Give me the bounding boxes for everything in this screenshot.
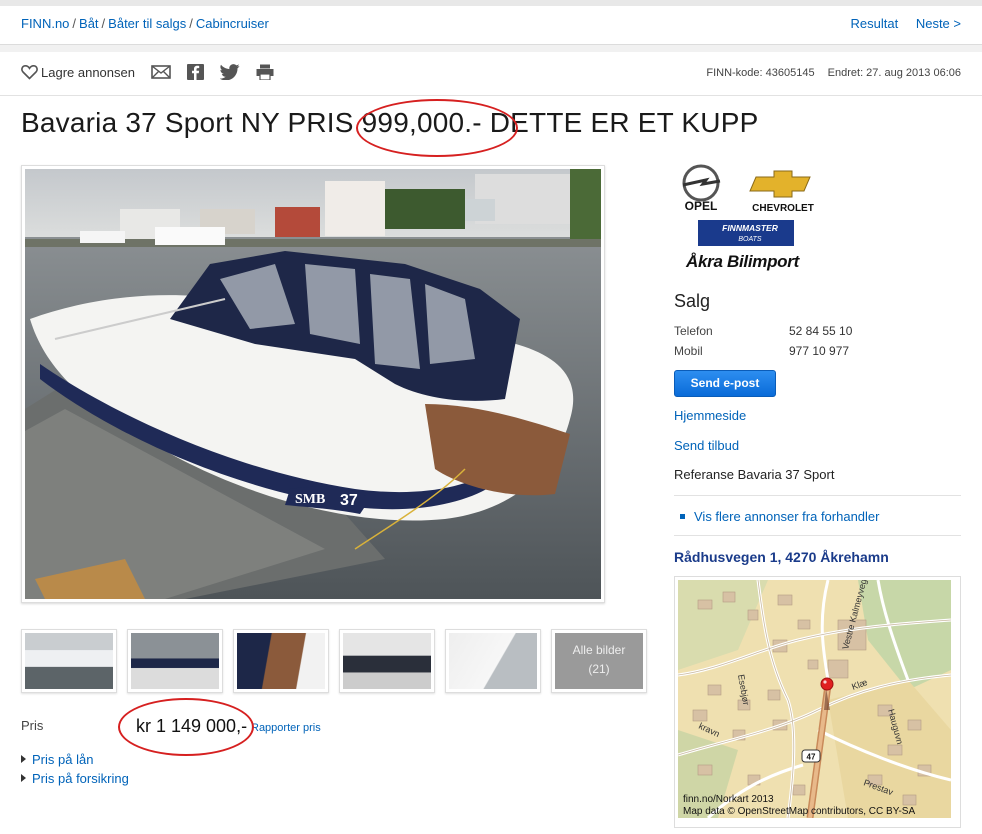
- dealer-heading: Salg: [674, 291, 711, 311]
- thumbnail[interactable]: [339, 629, 435, 693]
- main-image-frame[interactable]: SMB 37: [21, 165, 605, 603]
- map-credit: finn.no/Norkart 2013: [683, 794, 774, 805]
- breadcrumb-bater-til-salgs[interactable]: Båter til salgs: [108, 16, 186, 31]
- svg-text:37: 37: [340, 492, 358, 509]
- edited-date: Endret: 27. aug 2013 06:06: [827, 67, 961, 79]
- triangle-right-icon: [21, 774, 26, 782]
- breadcrumb-bat[interactable]: Båt: [79, 16, 99, 31]
- map-frame[interactable]: 47 Esebjør Vestre Kalmeyveg Hauguvn Pres…: [674, 576, 961, 828]
- chevrolet-wordmark: CHEVROLET: [752, 203, 814, 214]
- price-links: Pris på lån Pris på forsikring: [21, 750, 129, 788]
- facebook-icon[interactable]: [186, 64, 204, 80]
- save-ad-button[interactable]: Lagre annonsen: [21, 64, 135, 80]
- twitter-icon[interactable]: [219, 64, 240, 80]
- dealer-logos[interactable]: OPEL CHEVROLET FINNMASTER BOATS Åkra Bil…: [674, 163, 834, 275]
- price-label: Pris: [21, 718, 44, 733]
- ad-toolbar: Lagre annonsen: [21, 64, 274, 80]
- breadcrumb-separator: /: [189, 16, 193, 31]
- opel-logo: OPEL: [682, 164, 721, 213]
- all-images-label: Alle bilder: [572, 643, 626, 657]
- homepage-link[interactable]: Hjemmeside: [674, 408, 746, 423]
- chevrolet-logo: CHEVROLET: [749, 170, 814, 214]
- breadcrumb-separator: /: [101, 16, 106, 31]
- thumbnail[interactable]: [21, 629, 117, 693]
- thumbnail[interactable]: [233, 629, 329, 693]
- save-ad-label: Lagre annonsen: [41, 64, 135, 80]
- heart-icon: [21, 65, 38, 80]
- insurance-price-label: Pris på forsikring: [32, 771, 129, 786]
- loan-price-link[interactable]: Pris på lån: [21, 750, 129, 769]
- phone-label: Telefon: [674, 324, 713, 338]
- more-ads-link[interactable]: Vis flere annonser fra forhandler: [680, 509, 879, 524]
- all-images-count: (21): [588, 662, 610, 676]
- svg-text:SMB: SMB: [295, 492, 325, 507]
- map-image[interactable]: 47 Esebjør Vestre Kalmeyveg Hauguvn Pres…: [678, 580, 951, 818]
- breadcrumb-cabincruiser[interactable]: Cabincruiser: [196, 16, 269, 31]
- akra-bilimport-logo: Åkra Bilimport: [686, 252, 799, 271]
- loan-price-label: Pris på lån: [32, 752, 94, 767]
- ad-meta: FINN-kode: 43605145 Endret: 27. aug 2013…: [696, 67, 961, 79]
- svg-text:47: 47: [807, 753, 816, 762]
- send-offer-link[interactable]: Send tilbud: [674, 438, 739, 453]
- bullet-square-icon: [680, 514, 685, 519]
- breadcrumb-bar: FINN.no / Båt / Båter til salgs / Cabincruiser…: [0, 6, 982, 45]
- more-ads-label: Vis flere annonser fra forhandler: [694, 509, 880, 524]
- phone-value: 52 84 55 10: [789, 324, 853, 338]
- mobile-row: Mobil 977 10 977: [674, 344, 849, 358]
- report-price-link[interactable]: Rapporter pris: [251, 722, 321, 734]
- map-data-credit: Map data © OpenStreetMap contributors, C…: [683, 806, 916, 817]
- next-link[interactable]: Neste >: [916, 16, 961, 31]
- phone-row: Telefon 52 84 55 10: [674, 324, 852, 338]
- finn-code: FINN-kode: 43605145: [706, 67, 815, 79]
- thumbnail[interactable]: [445, 629, 541, 693]
- thumbnail-strip: Alle bilder (21): [21, 629, 647, 693]
- triangle-right-icon: [21, 755, 26, 763]
- divider: [674, 495, 961, 496]
- breadcrumb-finn[interactable]: FINN.no: [21, 16, 69, 31]
- thumbnail[interactable]: [127, 629, 223, 693]
- address: Rådhusvegen 1, 4270 Åkrehamn: [674, 549, 889, 565]
- finnmaster-wordmark: FINNMASTER: [722, 223, 779, 233]
- insurance-price-link[interactable]: Pris på forsikring: [21, 769, 129, 788]
- divider: [0, 95, 982, 96]
- finnmaster-logo: FINNMASTER BOATS: [698, 220, 794, 246]
- send-email-button[interactable]: Send e-post: [674, 370, 776, 397]
- price-value: kr 1 149 000,-: [136, 716, 248, 736]
- all-images-button[interactable]: Alle bilder (21): [551, 629, 647, 693]
- breadcrumb: FINN.no / Båt / Båter til salgs / Cabincruiser: [21, 16, 269, 31]
- ad-title: Bavaria 37 Sport NY PRIS 999,000.- DETTE…: [21, 107, 759, 138]
- opel-wordmark: OPEL: [685, 199, 718, 213]
- result-link[interactable]: Resultat: [851, 16, 899, 31]
- reference-text: Referanse Bavaria 37 Sport: [674, 467, 835, 482]
- boat-photo[interactable]: SMB 37: [25, 169, 601, 599]
- mobile-label: Mobil: [674, 344, 703, 358]
- print-icon[interactable]: [256, 64, 274, 80]
- result-nav: Resultat Neste >: [837, 16, 962, 31]
- mobile-value: 977 10 977: [789, 344, 850, 358]
- email-icon[interactable]: [151, 65, 171, 79]
- divider: [674, 535, 961, 536]
- breadcrumb-separator: /: [72, 16, 77, 31]
- finnmaster-boats: BOATS: [738, 236, 762, 243]
